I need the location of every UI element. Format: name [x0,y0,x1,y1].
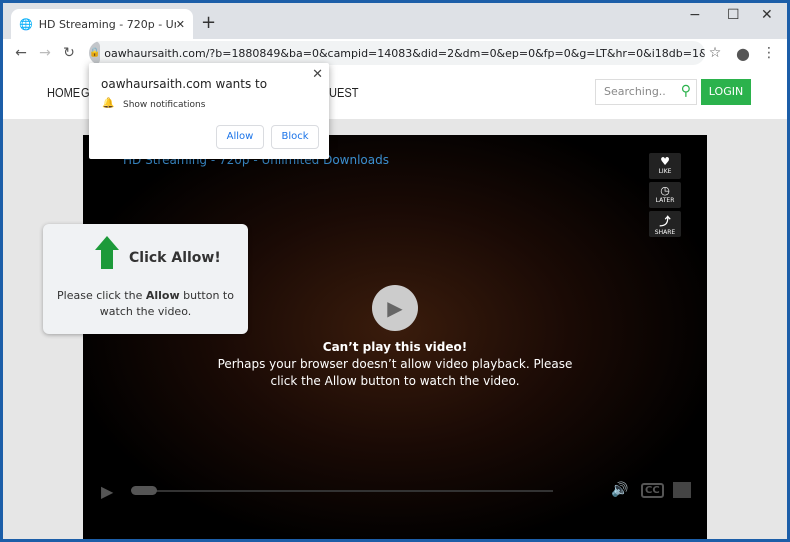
heart-icon: ♥ [660,155,670,168]
popup-title: oawhaursaith.com wants to [101,77,268,91]
search-icon[interactable]: ⚲ [681,83,691,99]
back-icon[interactable]: ← [9,45,33,61]
address-bar[interactable]: 🔒 oawhaursaith.com/?b=1880849&ba=0&campi… [89,41,705,65]
menu-icon[interactable]: ⋮ [757,45,781,61]
maximize-button[interactable]: ☐ [727,7,740,23]
play-icon[interactable]: ▶ [101,482,113,501]
new-tab-button[interactable]: + [201,12,216,33]
block-button[interactable]: Block [271,125,319,149]
overlay-message: Please click the Allow button to watch t… [57,289,234,318]
close-window-button[interactable]: ✕ [761,7,773,23]
menu-home[interactable]: HOME [47,85,80,100]
close-icon[interactable]: ✕ [312,67,323,82]
permission-label: Show notifications [123,100,206,110]
forward-icon[interactable]: → [33,45,57,61]
url-text: oawhaursaith.com/?b=1880849&ba=0&campid=… [104,46,705,60]
allow-button[interactable]: Allow [216,125,264,149]
click-allow-overlay: Click Allow! Please click the Allow butt… [43,224,248,334]
progress-handle[interactable] [131,486,157,495]
overlay-heading: Click Allow! [129,250,221,266]
search-input[interactable]: Searching.. ⚲ [595,79,697,105]
menu-request[interactable]: UEST [329,85,358,100]
close-tab-icon[interactable]: ✕ [176,18,185,31]
globe-icon: 🌐 [19,17,33,31]
video-player[interactable]: HD Streaming - 720p - Unlimited Download… [83,135,707,539]
later-button[interactable]: ◷ LATER [649,182,681,208]
volume-icon[interactable]: 🔊 [611,482,628,498]
fullscreen-icon[interactable] [673,482,691,498]
tab-title: HD Streaming - 720p - Unlimited Download… [38,17,176,31]
browser-tab[interactable]: 🌐 HD Streaming - 720p - Unlimited Downlo… [11,9,193,39]
up-arrow-head [95,236,119,250]
minimize-button[interactable]: − [689,7,701,23]
share-button[interactable]: ⤴ SHARE [649,211,681,237]
profile-icon[interactable]: ● [731,44,755,63]
browser-window: 🌐 HD Streaming - 720p - Unlimited Downlo… [3,3,787,539]
reload-icon[interactable]: ↻ [57,45,81,61]
search-placeholder: Searching.. [604,85,666,98]
notification-permission-popup: ✕ oawhaursaith.com wants to 🔔 Show notif… [89,63,329,159]
lock-icon[interactable]: 🔒 [89,41,101,65]
clock-icon: ◷ [660,184,670,197]
progress-bar[interactable] [133,490,553,492]
play-disabled-icon[interactable]: ▶ [372,285,418,331]
error-message: Can’t play this video! Perhaps your brow… [217,340,573,388]
bell-icon: 🔔 [102,98,115,109]
like-button[interactable]: ♥ LIKE [649,153,681,179]
cc-button[interactable]: CC [641,483,664,498]
share-icon: ⤴ [659,215,671,228]
up-arrow-icon [101,249,113,269]
star-icon[interactable]: ☆ [703,45,727,61]
login-button[interactable]: LOGIN [701,79,751,105]
